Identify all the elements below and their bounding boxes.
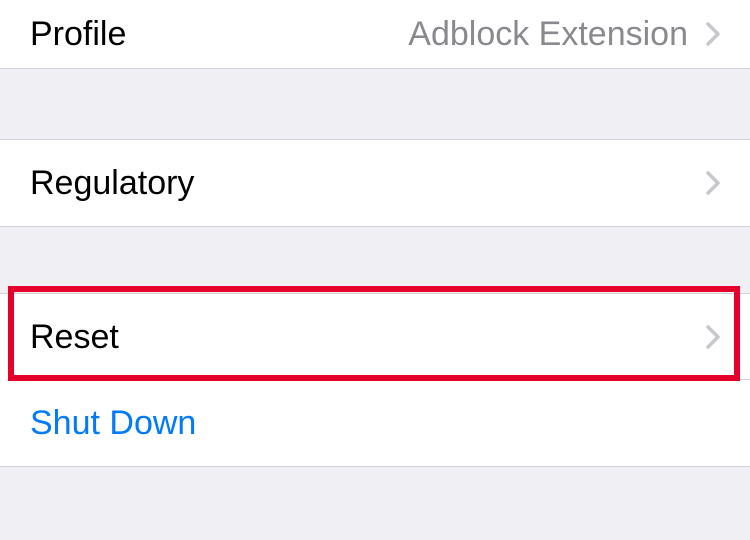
row-reset[interactable]: Reset	[0, 294, 750, 380]
row-profile[interactable]: Profile Adblock Extension	[0, 0, 750, 68]
row-profile-detail: Adblock Extension	[408, 15, 688, 54]
chevron-right-icon	[706, 325, 720, 349]
row-regulatory[interactable]: Regulatory	[0, 140, 750, 226]
settings-group-regulatory: Regulatory	[0, 139, 750, 227]
row-regulatory-label: Regulatory	[30, 164, 194, 203]
chevron-right-icon	[706, 22, 720, 46]
settings-group-profile: Profile Adblock Extension	[0, 0, 750, 69]
row-shut-down-label: Shut Down	[30, 404, 196, 443]
row-profile-label: Profile	[30, 15, 126, 54]
row-reset-label: Reset	[30, 318, 119, 357]
row-shut-down[interactable]: Shut Down	[0, 380, 750, 466]
settings-group-reset: Reset Shut Down	[0, 293, 750, 467]
chevron-right-icon	[706, 171, 720, 195]
